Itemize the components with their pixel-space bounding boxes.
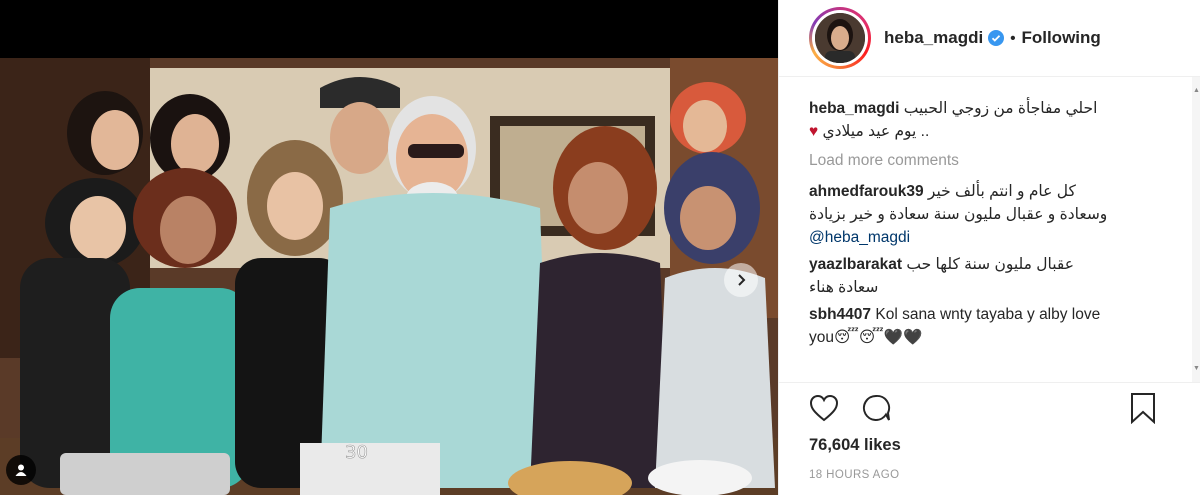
save-icon[interactable] (1130, 392, 1162, 424)
post-header: heba_magdi • Following (779, 0, 1200, 77)
scroll-up-icon[interactable]: ▲ (1193, 79, 1200, 102)
verified-badge-icon (988, 30, 1005, 46)
comment-text: وسعادة و عقبال مليون سنة سعادة و خير بزي… (809, 206, 1108, 223)
comment-username[interactable]: sbh4407 (809, 306, 871, 323)
comment-username[interactable]: yaazlbarakat (809, 256, 902, 273)
caption-heart-icon: ♥ (809, 123, 819, 140)
instagram-post: 30 heba_magdi • Following heba_magdi احل… (0, 0, 1200, 495)
comment-text: عقبال مليون سنة كلها حب (906, 256, 1075, 273)
user-tag-icon[interactable] (6, 455, 36, 485)
like-icon[interactable] (809, 392, 841, 424)
comment-mention[interactable]: @heba_magdi (809, 226, 1170, 249)
group-photo-image: 30 (0, 58, 778, 495)
comments-section: heba_magdi احلي مفاجأة من زوجي الحبيب ♥ … (779, 77, 1200, 382)
scroll-down-icon[interactable]: ▼ (1193, 357, 1200, 380)
caption-line-2: .. يوم عيد ميلادي (822, 123, 930, 140)
next-arrow-icon[interactable] (724, 263, 758, 297)
comment-text: Kol sana wnty tayaba y alby love (875, 306, 1101, 323)
comment-item: ahmedfarouk39 كل عام و انتم بألف خير وسع… (809, 180, 1170, 249)
comment-icon[interactable] (861, 392, 893, 424)
avatar (815, 13, 865, 63)
post-timestamp[interactable]: 18 HOURS AGO (779, 455, 1200, 481)
caption-line-1: احلي مفاجأة من زوجي الحبيب (903, 100, 1098, 117)
comment-text: كل عام و انتم بألف خير (927, 183, 1076, 200)
load-more-comments-button[interactable]: Load more comments (809, 149, 1170, 172)
comment-item: yaazlbarakat عقبال مليون سنة كلها حب سعا… (809, 253, 1170, 299)
comment-item: sbh4407 Kol sana wnty tayaba y alby love… (809, 303, 1170, 349)
caption: heba_magdi احلي مفاجأة من زوجي الحبيب ♥ … (809, 97, 1170, 143)
comment-text: سعادة هناء (809, 279, 879, 296)
separator-dot: • (1010, 29, 1016, 47)
comment-text: you😴😴🖤🖤 (809, 329, 923, 346)
caption-username[interactable]: heba_magdi (809, 100, 899, 117)
following-button[interactable]: Following (1021, 28, 1100, 48)
action-bar (779, 382, 1200, 432)
post-sidebar: heba_magdi • Following heba_magdi احلي م… (778, 0, 1200, 495)
photo-letterbox (0, 0, 778, 58)
post-photo[interactable]: 30 (0, 0, 778, 495)
likes-count[interactable]: 76,604 likes (779, 432, 1200, 455)
avatar-story-ring[interactable] (809, 7, 871, 69)
comments-scrollbar[interactable]: ▲ ▼ (1192, 77, 1200, 382)
svg-text:30: 30 (345, 442, 368, 463)
header-username[interactable]: heba_magdi (884, 28, 983, 48)
comment-username[interactable]: ahmedfarouk39 (809, 183, 924, 200)
